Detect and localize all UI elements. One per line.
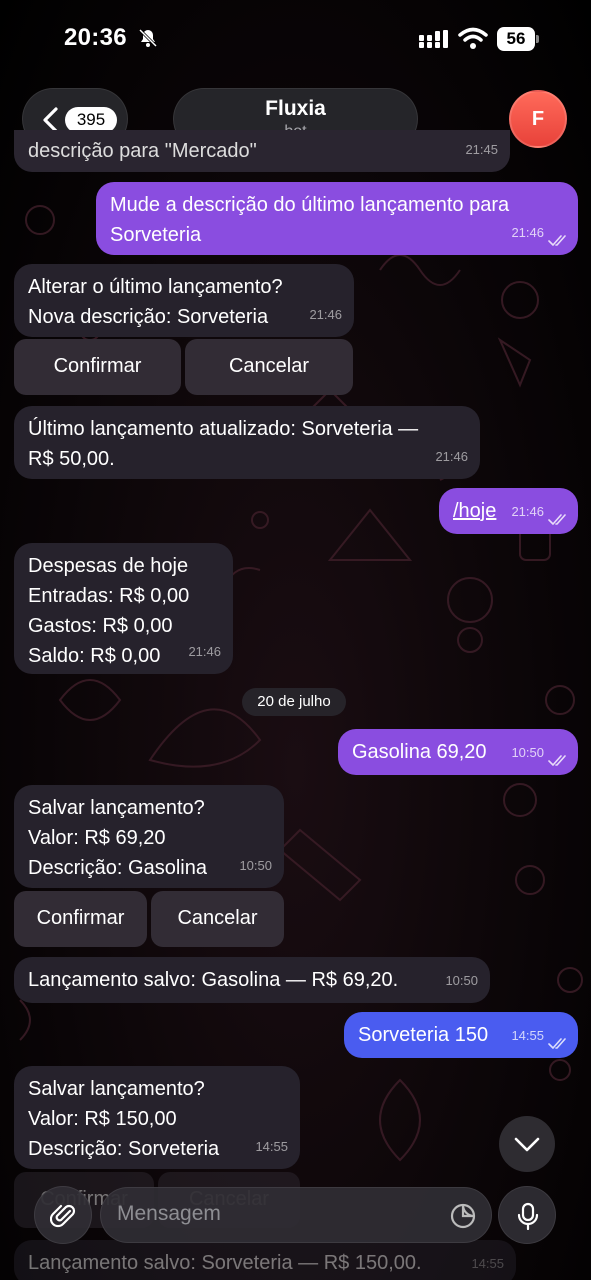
chevron-down-icon [514,1137,540,1152]
message-line: Salvar lançamento? [28,1078,205,1100]
avatar[interactable]: F [509,90,567,148]
message-line: Despesas de hoje [28,555,189,577]
voice-message-button[interactable] [498,1186,556,1244]
message-line: Alterar o último lançamento? [28,276,283,298]
wifi-icon [458,27,488,49]
message-incoming: Alterar o último lançamento? Nova descri… [14,264,354,337]
paperclip-icon [50,1204,76,1228]
message-time: 14:55 [471,1256,504,1271]
message-time: 10:50 [445,973,478,988]
message-outgoing: Gasolina 69,20 10:50 [338,729,578,775]
message-line: Valor: R$ 69,20 [28,827,166,849]
message-line: Último lançamento atualizado: Sorveteria… [28,418,419,440]
message-text: Lançamento salvo: Sorveteria — R$ 150,00… [28,1252,422,1274]
confirm-button[interactable]: Confirmar [14,339,181,395]
message-line: Nova descrição: Sorveteria [28,306,269,328]
message-line: Valor: R$ 150,00 [28,1108,177,1130]
message-line: Descrição: Gasolina [28,857,207,879]
message-time: 10:50 [239,858,272,873]
message-line: Descrição: Sorveteria [28,1138,220,1160]
confirm-button[interactable]: Confirmar [14,891,147,947]
message-outgoing: /hoje 21:46 [439,488,578,534]
message-text: descrição para "Mercado" [28,140,257,162]
status-time: 20:36 [64,24,127,51]
chat-title: Fluxia [265,97,326,120]
message-time: 21:45 [465,142,498,157]
double-check-icon [548,1038,566,1049]
message-input-placeholder: Mensagem [117,1202,221,1225]
message-line: R$ 50,00. [28,448,115,470]
message-incoming: Salvar lançamento? Valor: R$ 69,20 Descr… [14,785,284,888]
cancel-button[interactable]: Cancelar [185,339,353,395]
sticker-icon[interactable] [449,1202,477,1230]
cancel-button[interactable]: Cancelar [151,891,284,947]
message-text: Sorveteria 150 [358,1024,489,1046]
message-incoming: Despesas de hoje Entradas: R$ 0,00 Gasto… [14,543,233,674]
message-outgoing: Sorveteria 150 14:55 [344,1012,578,1058]
scroll-down-button[interactable] [499,1116,555,1172]
message-time: 21:46 [511,225,544,240]
battery-level: 56 [497,27,535,51]
double-check-icon [548,514,566,525]
message-outgoing: Mude a descrição do último lançamento pa… [96,182,578,255]
message-time: 21:46 [188,644,221,659]
date-separator: 20 de julho [242,688,346,716]
message-text: Mude a descrição do último lançamento pa… [110,194,510,246]
message-text: Gasolina 69,20 [352,741,487,763]
message-incoming: Último lançamento atualizado: Sorveteria… [14,406,480,479]
message-incoming: Lançamento salvo: Gasolina — R$ 69,20. 1… [14,957,490,1003]
bell-slash-icon [138,28,158,48]
message-time: 10:50 [511,745,544,760]
signal-icon [419,30,448,48]
message-incoming: Lançamento salvo: Sorveteria — R$ 150,00… [14,1240,516,1280]
message-line: Salvar lançamento? [28,797,205,819]
message-time: 14:55 [255,1139,288,1154]
battery-icon: 56 [497,27,539,51]
message-incoming: Salvar lançamento? Valor: R$ 150,00 Desc… [14,1066,300,1169]
message-input[interactable]: Mensagem [100,1187,492,1243]
message-time: 21:46 [511,504,544,519]
double-check-icon [548,755,566,766]
message-text: Lançamento salvo: Gasolina — R$ 69,20. [28,969,399,991]
message-time: 21:46 [309,307,342,322]
attach-button[interactable] [34,1186,92,1244]
message-time: 14:55 [511,1028,544,1043]
message-incoming: descrição para "Mercado" 21:45 [14,130,510,172]
double-check-icon [548,235,566,246]
message-line: Entradas: R$ 0,00 [28,585,190,607]
microphone-icon [517,1202,539,1230]
message-time: 21:46 [435,449,468,464]
command-link[interactable]: /hoje [453,500,496,522]
